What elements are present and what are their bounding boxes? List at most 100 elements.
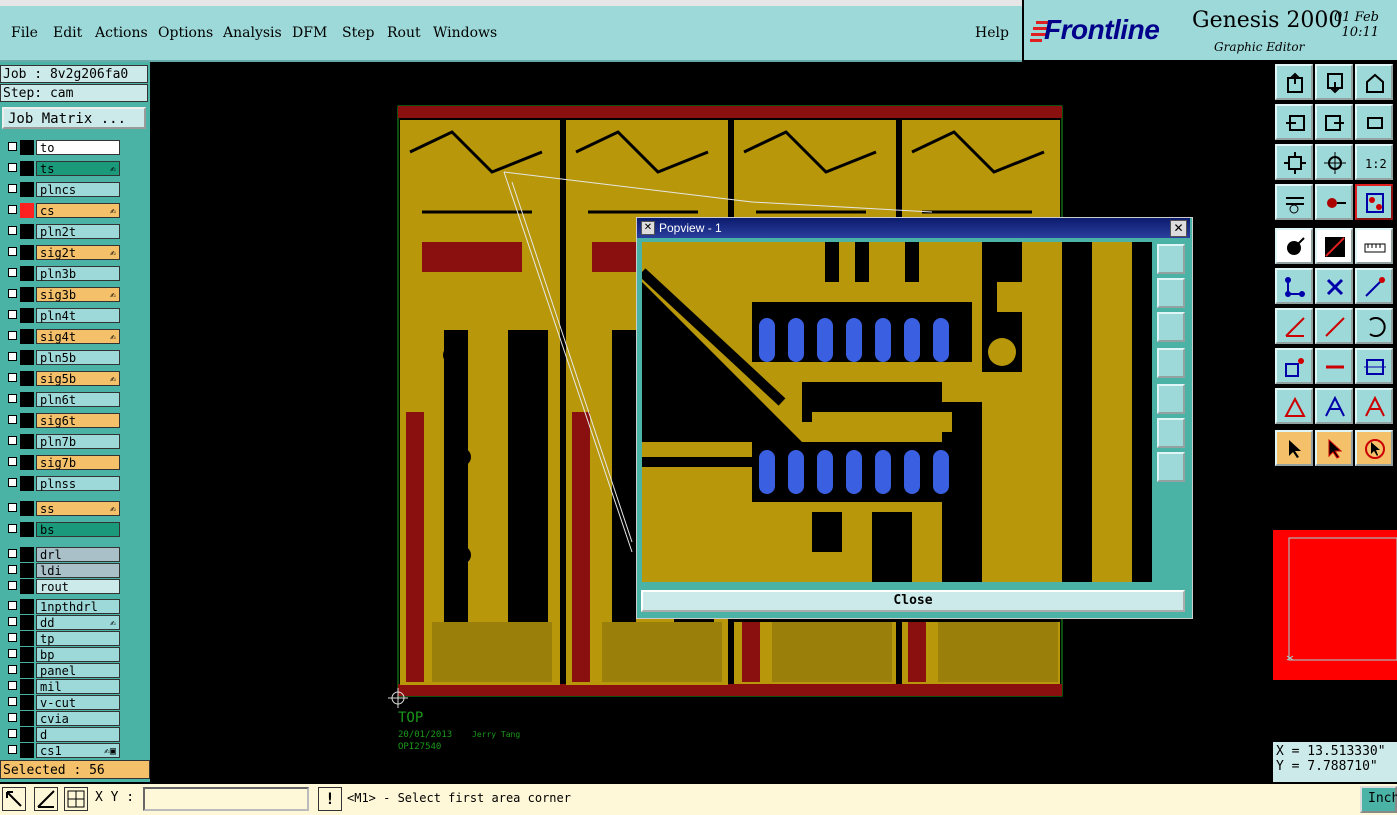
layer-checkbox[interactable] [8,184,17,193]
layer-checkbox[interactable] [8,268,17,277]
layer-color-swatch[interactable] [20,245,34,260]
popview-tool-7[interactable] [1157,452,1185,482]
tool-7-2[interactable] [1315,308,1353,344]
layer-name[interactable]: sig2t ✍ [36,245,120,260]
layer-row-v-cut[interactable]: v-cut [2,695,122,710]
popview-tool-3[interactable] [1157,312,1185,342]
layer-row-pln4t[interactable]: pln4t [2,308,122,323]
layer-checkbox[interactable] [8,713,17,722]
layer-checkbox[interactable] [8,289,17,298]
tool-8-3[interactable] [1355,348,1393,384]
layer-name[interactable]: pln5b [36,350,120,365]
layer-row-panel[interactable]: panel [2,663,122,678]
tool-4-2[interactable] [1315,184,1353,220]
menu-file[interactable]: File [11,25,38,41]
layer-row-pln6t[interactable]: pln6t [2,392,122,407]
layer-name[interactable]: pln2t [36,224,120,239]
layer-checkbox[interactable] [8,524,17,533]
layer-color-swatch[interactable] [20,663,34,678]
layer-checkbox[interactable] [8,601,17,610]
layer-row-rout[interactable]: rout [2,579,122,594]
layer-checkbox[interactable] [8,373,17,382]
layer-name[interactable]: pln4t [36,308,120,323]
layer-color-swatch[interactable] [20,392,34,407]
layer-color-swatch[interactable] [20,631,34,646]
layer-checkbox[interactable] [8,205,17,214]
tool-6-2[interactable] [1315,268,1353,304]
layer-name[interactable]: d [36,727,120,742]
menu-dfm[interactable]: DFM [292,25,327,41]
layer-checkbox[interactable] [8,247,17,256]
layer-color-swatch[interactable] [20,434,34,449]
menu-step[interactable]: Step [342,25,374,41]
layer-color-swatch[interactable] [20,579,34,594]
popview-titlebar[interactable]: ✕ Popview - 1 ✕ [637,218,1190,238]
job-matrix-button[interactable]: Job Matrix ... [2,107,146,129]
layer-color-swatch[interactable] [20,679,34,694]
layer-row-cs1[interactable]: cs1 ✍▣ [2,743,122,758]
layer-color-swatch[interactable] [20,161,34,176]
layer-color-swatch[interactable] [20,203,34,218]
layer-name[interactable]: dd ✍ [36,615,120,630]
layer-row-d[interactable]: d [2,727,122,742]
layer-checkbox[interactable] [8,352,17,361]
layer-row-drl[interactable]: drl [2,547,122,562]
tool-9-1[interactable] [1275,388,1313,424]
angle-icon[interactable] [34,787,58,811]
warning-icon[interactable]: ! [318,787,342,811]
layer-name[interactable]: ts ✍ [36,161,120,176]
popview-tool-2[interactable] [1157,278,1185,308]
layer-row-bs[interactable]: bs [2,522,122,537]
layer-color-swatch[interactable] [20,476,34,491]
layer-checkbox[interactable] [8,415,17,424]
layer-checkbox[interactable] [8,394,17,403]
layer-name[interactable]: drl [36,547,120,562]
layer-name[interactable]: mil [36,679,120,694]
select-pointer-red-icon[interactable] [1315,430,1353,466]
layer-color-swatch[interactable] [20,599,34,614]
layer-name[interactable]: panel [36,663,120,678]
layer-name[interactable]: plnss [36,476,120,491]
units-button[interactable]: Inch [1360,786,1397,813]
layer-color-swatch[interactable] [20,547,34,562]
layer-row-bp[interactable]: bp [2,647,122,662]
layer-checkbox[interactable] [8,633,17,642]
layer-color-swatch[interactable] [20,350,34,365]
layer-checkbox[interactable] [8,503,17,512]
layer-color-swatch[interactable] [20,182,34,197]
menu-windows[interactable]: Windows [433,25,497,41]
layer-checkbox[interactable] [8,681,17,690]
tool-3-1[interactable] [1275,144,1313,180]
popview-tool-1[interactable] [1157,244,1185,274]
tool-2-1[interactable] [1275,104,1313,140]
popview-tool-4[interactable] [1157,348,1185,378]
layer-color-swatch[interactable] [20,371,34,386]
menu-edit[interactable]: Edit [53,25,82,41]
menu-analysis[interactable]: Analysis [223,25,282,41]
layer-checkbox[interactable] [8,581,17,590]
layer-checkbox[interactable] [8,331,17,340]
layer-name[interactable]: to [36,140,120,155]
layer-checkbox[interactable] [8,549,17,558]
layer-row-pln7b[interactable]: pln7b [2,434,122,449]
popview-tool-5[interactable] [1157,384,1185,414]
layer-color-swatch[interactable] [20,455,34,470]
layer-row-ldi[interactable]: ldi [2,563,122,578]
select-pointer-icon[interactable] [1275,430,1313,466]
layer-row-1npthdrl[interactable]: 1npthdrl [2,599,122,614]
resize-icon[interactable] [2,787,26,811]
layer-row-cvia[interactable]: cvia [2,711,122,726]
layer-name[interactable]: rout [36,579,120,594]
layer-name[interactable]: cs ✍ [36,203,120,218]
tool-1-3[interactable] [1355,64,1393,100]
popview-close-button[interactable]: Close [641,590,1185,612]
layer-row-sig5b[interactable]: sig5b ✍ [2,371,122,386]
layer-row-sig2t[interactable]: sig2t ✍ [2,245,122,260]
layer-name[interactable]: v-cut [36,695,120,710]
layer-row-tp[interactable]: tp [2,631,122,646]
layer-checkbox[interactable] [8,649,17,658]
menu-help[interactable]: Help [975,25,1009,41]
xy-input[interactable] [143,787,309,811]
layer-name[interactable]: bs [36,522,120,537]
layer-name[interactable]: sig6t [36,413,120,428]
